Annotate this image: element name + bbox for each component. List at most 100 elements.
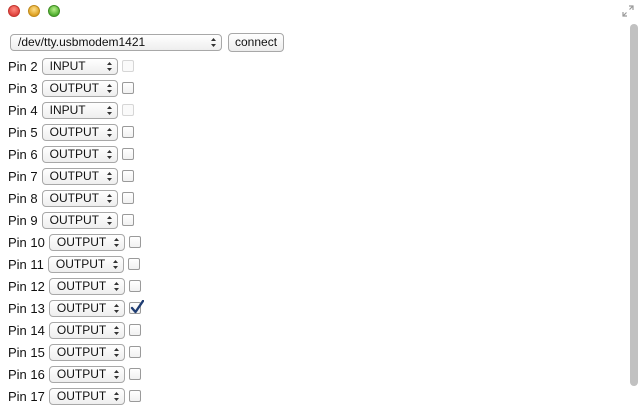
pin-row-7: Pin 9 OUTPUT [8, 209, 620, 231]
pin-label: Pin 15 [8, 344, 45, 360]
pin-mode-select[interactable]: OUTPUT [48, 343, 125, 361]
select-arrows-icon [106, 83, 112, 93]
pin-mode-value: OUTPUT [49, 124, 99, 139]
pin-mode-value: OUTPUT [56, 234, 107, 249]
pin-mode-value: OUTPUT [49, 190, 99, 205]
pin-list: Pin 2 INPUT Pin 3 OUTPUT Pin 4 INPUT Pin… [8, 55, 620, 407]
pin-mode-select[interactable]: OUTPUT [48, 365, 125, 383]
pin-label: Pin 12 [8, 278, 45, 294]
pin-value-checkbox[interactable] [127, 258, 140, 270]
pin-mode-select[interactable]: OUTPUT [41, 189, 118, 207]
pin-label: Pin 11 [8, 256, 44, 272]
vertical-scrollbar[interactable] [630, 24, 638, 386]
pin-mode-select[interactable]: OUTPUT [41, 123, 118, 141]
pin-row-0: Pin 2 INPUT [8, 55, 620, 77]
select-arrows-icon [106, 105, 112, 115]
connect-button[interactable]: connect [228, 32, 285, 52]
select-arrows-icon [106, 61, 112, 71]
pin-label: Pin 7 [8, 168, 38, 184]
pin-value-checkbox[interactable] [121, 82, 134, 94]
select-arrows-icon [106, 193, 112, 203]
select-arrows-icon [113, 325, 119, 335]
pin-row-12: Pin 14 OUTPUT [8, 319, 620, 341]
select-arrows-icon [106, 149, 112, 159]
pin-row-10: Pin 12 OUTPUT [8, 275, 620, 297]
pin-label: Pin 16 [8, 366, 45, 382]
pin-value-checkbox[interactable] [121, 60, 134, 72]
pin-mode-value: INPUT [49, 58, 86, 73]
pin-mode-value: OUTPUT [49, 212, 99, 227]
pin-mode-value: INPUT [49, 102, 86, 117]
pin-mode-select[interactable]: OUTPUT [48, 299, 125, 317]
pin-label: Pin 13 [8, 300, 45, 316]
pin-mode-value: OUTPUT [56, 366, 107, 381]
pin-value-checkbox[interactable] [128, 346, 141, 358]
pin-mode-select[interactable]: OUTPUT [48, 321, 125, 339]
pin-mode-value: OUTPUT [49, 146, 99, 161]
pin-mode-select[interactable]: INPUT [41, 101, 118, 119]
select-arrows-icon [112, 259, 118, 269]
select-arrows-icon [106, 127, 112, 137]
pin-mode-value: OUTPUT [49, 168, 99, 183]
select-arrows-icon [106, 215, 112, 225]
pin-value-checkbox[interactable] [128, 368, 141, 380]
zoom-window-button[interactable] [48, 5, 60, 17]
pin-label: Pin 4 [8, 102, 38, 118]
pin-label: Pin 10 [8, 234, 45, 250]
checkmark-icon [130, 300, 144, 314]
select-arrows-icon [113, 369, 119, 379]
pin-value-checkbox[interactable] [121, 148, 134, 160]
pin-mode-select[interactable]: OUTPUT [48, 233, 125, 251]
pin-label: Pin 8 [8, 190, 38, 206]
pin-mode-select[interactable]: OUTPUT [48, 387, 125, 405]
pin-value-checkbox[interactable] [128, 300, 144, 314]
pin-row-15: Pin 17 OUTPUT [8, 385, 620, 407]
select-arrows-icon [211, 37, 216, 47]
pin-row-5: Pin 7 OUTPUT [8, 165, 620, 187]
select-arrows-icon [113, 303, 119, 313]
close-window-button[interactable] [8, 5, 20, 17]
pin-value-checkbox[interactable] [128, 390, 141, 402]
pin-mode-value: OUTPUT [56, 344, 107, 359]
pin-value-checkbox[interactable] [121, 126, 134, 138]
serial-port-value: /dev/tty.usbmodem1421 [18, 34, 146, 49]
pin-mode-select[interactable]: OUTPUT [41, 167, 118, 185]
pin-mode-select[interactable]: OUTPUT [41, 145, 118, 163]
pin-label: Pin 5 [8, 124, 38, 140]
pin-row-2: Pin 4 INPUT [8, 99, 620, 121]
pin-mode-select[interactable]: OUTPUT [47, 255, 124, 273]
pin-mode-value: OUTPUT [55, 256, 106, 271]
fullscreen-arrows-icon[interactable] [622, 5, 634, 17]
pin-mode-select[interactable]: OUTPUT [48, 277, 125, 295]
select-arrows-icon [113, 237, 119, 247]
pin-row-3: Pin 5 OUTPUT [8, 121, 620, 143]
pin-mode-value: OUTPUT [49, 80, 99, 95]
pin-row-14: Pin 16 OUTPUT [8, 363, 620, 385]
pin-mode-value: OUTPUT [56, 278, 107, 293]
pin-mode-select[interactable]: OUTPUT [41, 211, 118, 229]
pin-value-checkbox[interactable] [121, 104, 134, 116]
pin-value-checkbox[interactable] [128, 280, 141, 292]
pin-label: Pin 2 [8, 58, 38, 74]
select-arrows-icon [113, 347, 119, 357]
pin-label: Pin 9 [8, 212, 38, 228]
pin-value-checkbox[interactable] [128, 236, 141, 248]
pin-value-checkbox[interactable] [121, 170, 134, 182]
pin-value-checkbox[interactable] [121, 192, 134, 204]
pin-mode-select[interactable]: INPUT [41, 57, 118, 75]
main-content: /dev/tty.usbmodem1421 connect Pin 2 INPU… [8, 32, 620, 407]
pin-mode-select[interactable]: OUTPUT [41, 79, 118, 97]
serial-port-select[interactable]: /dev/tty.usbmodem1421 [10, 33, 222, 51]
pin-label: Pin 6 [8, 146, 38, 162]
pin-row-6: Pin 8 OUTPUT [8, 187, 620, 209]
pin-row-9: Pin 11 OUTPUT [8, 253, 620, 275]
serial-port-row: /dev/tty.usbmodem1421 connect [10, 32, 620, 52]
pin-mode-value: OUTPUT [56, 388, 107, 403]
minimize-window-button[interactable] [28, 5, 40, 17]
pin-label: Pin 3 [8, 80, 38, 96]
pin-value-checkbox[interactable] [128, 324, 141, 336]
select-arrows-icon [113, 281, 119, 291]
pin-label: Pin 14 [8, 322, 45, 338]
pin-row-8: Pin 10 OUTPUT [8, 231, 620, 253]
pin-value-checkbox[interactable] [121, 214, 134, 226]
